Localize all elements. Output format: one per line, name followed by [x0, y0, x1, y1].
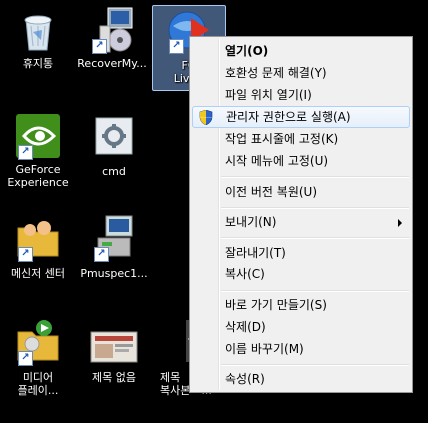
- menu-item-label: 관리자 권한으로 실행(A): [226, 110, 351, 124]
- desktop-icon-recovermyfiles[interactable]: ↗ RecoverMy...: [76, 6, 148, 70]
- desktop-icon-label: Pmuspec1...: [80, 267, 148, 280]
- shortcut-arrow-icon: ↗: [18, 351, 33, 366]
- desktop-icon-label: RecoverMy...: [77, 57, 147, 70]
- geforce-icon: ↗: [14, 112, 62, 160]
- menu-item-create-shortcut[interactable]: 바로 가기 만들기(S): [192, 294, 410, 316]
- shortcut-arrow-icon: ↗: [18, 247, 33, 262]
- menu-item-cut[interactable]: 잘라내기(T): [192, 242, 410, 264]
- desktop-icon-label-line2: Experience: [7, 176, 69, 189]
- menu-item-rename[interactable]: 이름 바꾸기(M): [192, 338, 410, 360]
- shortcut-arrow-icon: ↗: [94, 247, 109, 262]
- desktop-icon-geforce[interactable]: ↗ GeForce Experience: [2, 112, 74, 189]
- shortcut-arrow-icon: ↗: [92, 39, 107, 54]
- menu-item-label: 이전 버전 복원(U): [225, 185, 318, 199]
- desktop-icon-label-line2: 플레이...: [17, 384, 59, 397]
- media-player-icon: ↗: [14, 318, 62, 366]
- menu-item-open[interactable]: 열기(O): [192, 40, 410, 62]
- menu-separator: [221, 237, 409, 239]
- menu-item-pin-to-start-menu[interactable]: 시작 메뉴에 고정(U): [192, 150, 410, 172]
- shortcut-arrow-icon: ↗: [18, 145, 33, 160]
- desktop-icon-recycle-bin[interactable]: 휴지통: [2, 6, 74, 70]
- document-thumbnail-icon: [87, 318, 141, 366]
- menu-item-restore-previous-versions[interactable]: 이전 버전 복원(U): [192, 181, 410, 203]
- desktop-icon-label: 메신저 센터: [10, 267, 66, 280]
- context-menu: 열기(O) 호환성 문제 해결(Y) 파일 위치 열기(I) 관리자 권한으로 …: [189, 36, 413, 393]
- desktop-icon-media-player[interactable]: ↗ 미디어 플레이...: [2, 318, 74, 397]
- menu-item-label: 파일 위치 열기(I): [225, 88, 312, 102]
- menu-item-label: 잘라내기(T): [225, 246, 286, 260]
- menu-item-copy[interactable]: 복사(C): [192, 263, 410, 285]
- submenu-arrow-icon: [398, 219, 402, 227]
- menu-separator: [221, 176, 409, 178]
- menu-item-label: 작업 표시줄에 고정(K): [225, 132, 339, 146]
- recovermyfiles-icon: ↗: [88, 6, 136, 54]
- menu-item-label: 시작 메뉴에 고정(U): [225, 154, 329, 168]
- menu-item-troubleshoot-compatibility[interactable]: 호환성 문제 해결(Y): [192, 62, 410, 84]
- desktop-icon-messenger-center[interactable]: ↗ 메신저 센터: [2, 214, 74, 280]
- desktop-icon-cmd[interactable]: cmd: [78, 112, 150, 178]
- menu-item-delete[interactable]: 삭제(D): [192, 316, 410, 338]
- messenger-center-icon: ↗: [14, 214, 62, 262]
- desktop-icon-label: cmd: [102, 165, 126, 178]
- menu-separator: [221, 364, 409, 366]
- recycle-bin-icon: [14, 6, 62, 54]
- menu-item-label: 보내기(N): [225, 215, 277, 229]
- menu-separator: [221, 207, 409, 209]
- desktop-icon-label: 휴지통: [22, 57, 54, 70]
- desktop-icon-label: 제목 없음: [92, 371, 136, 384]
- desktop-icon-label: 미디어: [22, 371, 54, 384]
- cmd-icon: [90, 112, 138, 160]
- menu-separator: [221, 290, 409, 292]
- menu-item-properties[interactable]: 속성(R): [192, 368, 410, 390]
- installer-icon: ↗: [90, 214, 138, 262]
- menu-item-label: 이름 바꾸기(M): [225, 342, 304, 356]
- menu-item-label: 바로 가기 만들기(S): [225, 298, 327, 312]
- menu-item-label: 삭제(D): [225, 320, 266, 334]
- menu-item-label: 열기(O): [225, 44, 269, 58]
- menu-item-label: 복사(C): [225, 267, 265, 281]
- desktop-icon-untitled[interactable]: 제목 없음: [78, 318, 150, 384]
- menu-item-run-as-administrator[interactable]: 관리자 권한으로 실행(A): [192, 106, 410, 128]
- menu-item-pin-to-taskbar[interactable]: 작업 표시줄에 고정(K): [192, 128, 410, 150]
- menu-item-send-to[interactable]: 보내기(N): [192, 211, 410, 233]
- menu-item-open-file-location[interactable]: 파일 위치 열기(I): [192, 84, 410, 106]
- desktop-icon-pmuspec[interactable]: ↗ Pmuspec1...: [78, 214, 150, 280]
- desktop-icon-label: GeForce: [15, 163, 61, 176]
- shortcut-arrow-icon: ↗: [169, 39, 184, 54]
- menu-item-label: 호환성 문제 해결(Y): [225, 66, 327, 80]
- menu-item-label: 속성(R): [225, 372, 265, 386]
